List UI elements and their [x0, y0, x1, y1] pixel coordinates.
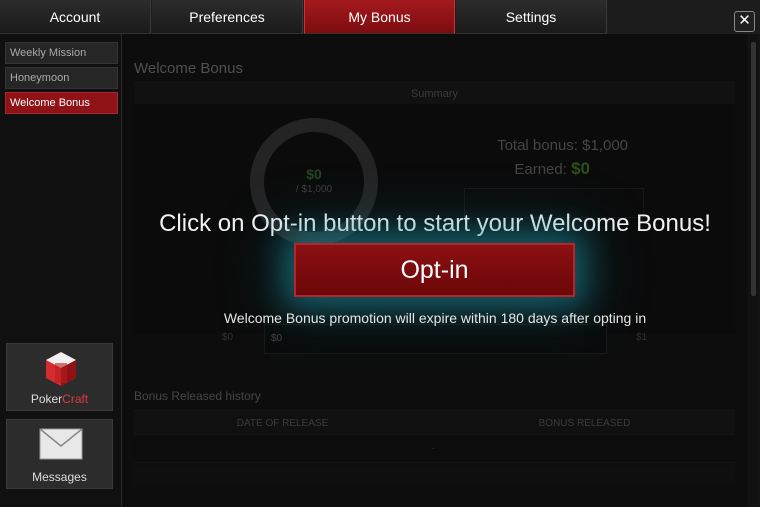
close-icon[interactable]: ✕	[734, 11, 755, 32]
tab-preferences[interactable]: Preferences	[152, 0, 303, 34]
sidebar: Weekly Mission Honeymoon Welcome Bonus P…	[0, 34, 122, 507]
messages-label: Messages	[32, 470, 87, 484]
messages-button[interactable]: Messages	[6, 419, 113, 489]
optin-button[interactable]: Opt-in	[294, 243, 575, 297]
tab-my-bonus[interactable]: My Bonus	[304, 0, 455, 34]
pokercraft-label-accent: Craft	[62, 392, 89, 406]
sidebar-item-honeymoon[interactable]: Honeymoon	[5, 67, 118, 89]
pokercraft-label: PokerCraft	[7, 392, 112, 406]
envelope-icon	[39, 428, 83, 460]
tab-account[interactable]: Account	[0, 0, 151, 34]
optin-message: Click on Opt-in button to start your Wel…	[159, 210, 711, 237]
scrollbar-thumb[interactable]	[751, 42, 756, 296]
tab-settings[interactable]: Settings	[456, 0, 607, 34]
sidebar-item-welcome-bonus[interactable]: Welcome Bonus	[5, 92, 118, 114]
expiry-notice: Welcome Bonus promotion will expire with…	[223, 310, 647, 326]
pokercraft-icon	[46, 352, 76, 386]
sidebar-item-weekly-mission[interactable]: Weekly Mission	[5, 42, 118, 64]
pokercraft-button[interactable]: PokerCraft	[6, 343, 113, 411]
pokercraft-label-main: Poker	[30, 392, 63, 406]
top-tab-bar: Account Preferences My Bonus Settings	[0, 0, 760, 34]
